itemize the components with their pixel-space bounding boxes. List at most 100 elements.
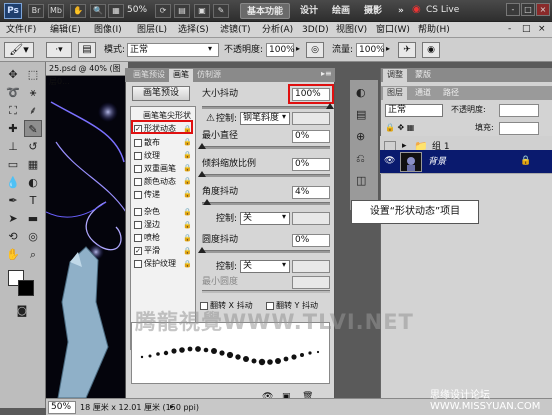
quick-select-tool-icon[interactable]: ⚹ xyxy=(24,84,42,101)
menu-view[interactable]: 视图(V) xyxy=(336,23,367,37)
hand-tool-icon[interactable]: ✋ xyxy=(70,4,86,18)
slider-thumb[interactable] xyxy=(198,143,206,149)
lock-icon[interactable]: 🔒 xyxy=(183,164,192,172)
option-noise[interactable]: 杂色 xyxy=(134,206,160,218)
minimize-button[interactable]: - xyxy=(506,3,520,16)
minibridge-icon[interactable]: Mb xyxy=(48,4,64,18)
tilt-scale-field[interactable]: 0% xyxy=(292,158,330,171)
pen-icon[interactable]: ✎ xyxy=(213,4,229,18)
maximize-button[interactable]: □ xyxy=(521,3,535,16)
option-dual-brush[interactable]: 双重画笔 xyxy=(134,163,176,175)
option-color-dynamics[interactable]: 颜色动态 xyxy=(134,176,176,188)
crop-tool-icon[interactable]: ⛶ xyxy=(4,102,22,119)
menu-image[interactable]: 图像(I) xyxy=(94,23,122,37)
more-workspaces-button[interactable]: » xyxy=(392,3,410,19)
menu-help[interactable]: 帮助(H) xyxy=(418,23,450,37)
option-texture[interactable]: 纹理 xyxy=(134,150,160,162)
blend-mode-select[interactable]: 正常 xyxy=(385,104,443,117)
brush-panel-icon[interactable]: ▤ xyxy=(356,108,366,121)
blur-tool-icon[interactable]: 💧 xyxy=(4,174,22,191)
bridge-icon[interactable]: Br xyxy=(28,4,44,18)
menu-edit[interactable]: 编辑(E) xyxy=(50,23,81,37)
workspace-design-button[interactable]: 设计 xyxy=(294,3,324,19)
tab-brush-presets[interactable]: 画笔预设 xyxy=(129,69,169,82)
clone-source-icon[interactable]: ⊕ xyxy=(356,130,365,143)
scattering-checkbox[interactable] xyxy=(134,138,142,147)
pressure-size-icon[interactable]: ◉ xyxy=(422,42,440,58)
size-jitter-slider[interactable] xyxy=(202,106,330,109)
angle-fade-field[interactable] xyxy=(292,212,330,225)
option-airbrush[interactable]: 喷枪 xyxy=(134,232,160,244)
tilt-scale-slider[interactable] xyxy=(202,174,330,177)
angle-jitter-field[interactable]: 4% xyxy=(292,186,330,199)
slider-thumb[interactable] xyxy=(326,103,334,109)
brush-picker[interactable]: ·▾ xyxy=(46,42,72,58)
shape-tool-icon[interactable]: ▬ xyxy=(24,210,42,227)
pressure-opacity-icon[interactable]: ◎ xyxy=(306,42,324,58)
tab-channels[interactable]: 通道 xyxy=(411,87,435,100)
cs-live-button[interactable]: CS Live xyxy=(426,5,459,15)
close-button[interactable]: × xyxy=(536,3,550,16)
doc-restore-button[interactable]: □ xyxy=(522,24,531,34)
arrange-documents-icon[interactable]: ▤ xyxy=(174,4,190,18)
slider-thumb[interactable] xyxy=(198,171,206,177)
lock-icon[interactable]: 🔒 xyxy=(183,138,192,146)
fade-steps-field[interactable] xyxy=(292,112,330,125)
tab-clone-source[interactable]: 仿制源 xyxy=(193,69,225,82)
rotate-view-icon[interactable]: ⟳ xyxy=(155,4,171,18)
layer-row-background[interactable]: 👁 背景 🔒 xyxy=(380,150,552,174)
path-select-tool-icon[interactable]: ➤ xyxy=(4,210,22,227)
type-tool-icon[interactable]: T xyxy=(24,192,42,209)
doc-close-button[interactable]: × xyxy=(538,24,546,34)
lock-icon[interactable]: 🔒 xyxy=(183,234,192,242)
flow-dropdown-icon[interactable]: ▸ xyxy=(386,44,390,53)
history-brush-tool-icon[interactable]: ↺ xyxy=(24,138,42,155)
zoom-tool-icon[interactable]: ⌕ xyxy=(24,246,42,263)
tab-layers[interactable]: 图层 xyxy=(383,87,407,100)
option-protect-texture[interactable]: 保护纹理 xyxy=(134,258,176,270)
menu-select[interactable]: 选择(S) xyxy=(178,23,209,37)
workspace-painting-button[interactable]: 绘画 xyxy=(326,3,356,19)
3d-orbit-tool-icon[interactable]: ◎ xyxy=(24,228,42,245)
screen-mode-icon[interactable]: ▣ xyxy=(194,4,210,18)
status-menu-icon[interactable]: ▸ xyxy=(170,402,174,411)
menu-layer[interactable]: 图层(L) xyxy=(137,23,167,37)
tab-brush[interactable]: 画笔 xyxy=(169,69,193,82)
tool-preset-icon[interactable]: 🖌▾ xyxy=(4,42,34,58)
lock-icon[interactable]: 🔒 xyxy=(183,221,192,229)
gradient-tool-icon[interactable]: ▦ xyxy=(24,156,42,173)
angle-jitter-slider[interactable] xyxy=(202,202,330,205)
lock-icon[interactable]: 🔒 xyxy=(183,177,192,185)
lock-icon[interactable]: 🔒 xyxy=(183,151,192,159)
document-canvas[interactable] xyxy=(45,62,128,399)
workspace-essentials-button[interactable]: 基本功能 xyxy=(240,3,291,19)
flow-field[interactable]: 100% xyxy=(356,43,385,57)
texture-checkbox[interactable] xyxy=(134,151,142,160)
airbrush-icon[interactable]: ✈ xyxy=(398,42,416,58)
min-diameter-field[interactable]: 0% xyxy=(292,130,330,143)
lock-icon[interactable]: 🔒 xyxy=(183,260,192,268)
zoom-level[interactable]: 50% xyxy=(127,5,147,15)
brush-tool-icon[interactable]: ✎ xyxy=(24,120,42,137)
fill-field[interactable] xyxy=(499,122,539,135)
slider-thumb[interactable] xyxy=(198,247,206,253)
min-roundness-slider[interactable] xyxy=(202,290,330,293)
dual-brush-checkbox[interactable] xyxy=(134,164,142,173)
adjust-panel-icon[interactable]: ◐ xyxy=(356,86,366,99)
roundness-fade-field[interactable] xyxy=(292,260,330,273)
pen-tool-icon[interactable]: ✒ xyxy=(4,192,22,209)
slider-thumb[interactable] xyxy=(203,199,211,205)
option-scattering[interactable]: 散布 xyxy=(134,137,160,149)
eraser-tool-icon[interactable]: ▭ xyxy=(4,156,22,173)
menu-analysis[interactable]: 分析(A) xyxy=(262,23,293,37)
layers-shortcut-icon[interactable]: ◫ xyxy=(356,174,366,187)
noise-checkbox[interactable] xyxy=(134,207,142,216)
opacity-dropdown-icon[interactable]: ▸ xyxy=(296,44,300,53)
lock-icon[interactable]: 🔒 xyxy=(183,190,192,198)
layer-opacity-field[interactable] xyxy=(499,104,539,117)
eyedropper-tool-icon[interactable]: ⸙ xyxy=(24,102,42,119)
tab-paths[interactable]: 路径 xyxy=(439,87,463,100)
menu-window[interactable]: 窗口(W) xyxy=(376,23,410,37)
eye-icon[interactable]: 👁 xyxy=(384,156,396,168)
zoom-tool-icon[interactable]: 🔍 xyxy=(90,4,106,18)
